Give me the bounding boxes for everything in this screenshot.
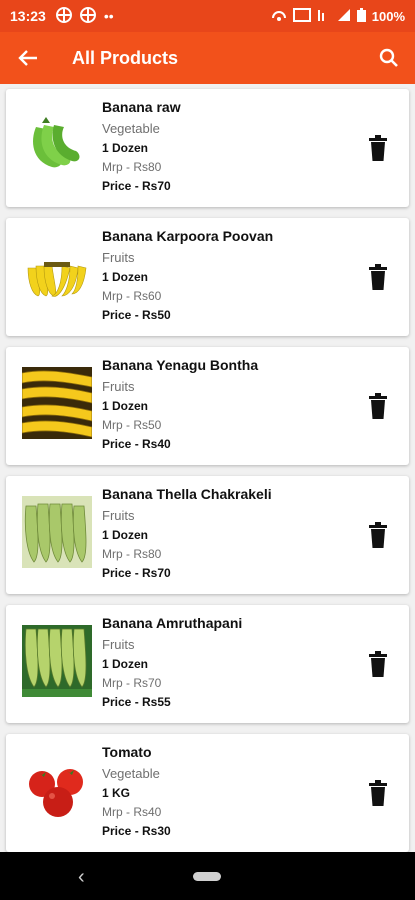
page-title: All Products (72, 47, 179, 68)
product-quantity: 1 Dozen (102, 657, 149, 671)
nav-back-button[interactable]: ‹ (78, 866, 85, 889)
green-banana-image (22, 109, 92, 181)
product-category: Fruits (102, 637, 135, 652)
delete-icon[interactable] (367, 522, 389, 548)
product-price: Price - Rs50 (102, 308, 171, 322)
nav-home-pill[interactable] (193, 872, 221, 881)
delete-icon[interactable] (367, 393, 389, 419)
hotspot-icon (271, 8, 287, 25)
notification-icon (55, 6, 72, 26)
product-card[interactable]: Banana raw Vegetable 1 Dozen Mrp - Rs80 … (6, 89, 409, 207)
arrow-back-icon (18, 50, 37, 66)
product-mrp: Mrp - Rs70 (102, 676, 162, 690)
product-mrp: Mrp - Rs80 (102, 160, 162, 174)
pale-green-banana-image (22, 496, 92, 568)
product-quantity: 1 Dozen (102, 141, 149, 155)
signal-4g-icon (317, 8, 331, 25)
product-list[interactable]: Banana raw Vegetable 1 Dozen Mrp - Rs80 … (0, 84, 415, 852)
product-name: Banana Thella Chakrakeli (102, 486, 272, 502)
product-mrp: Mrp - Rs50 (102, 418, 162, 432)
product-card[interactable]: Tomato Vegetable 1 KG Mrp - Rs40 Price -… (6, 734, 409, 852)
product-price: Price - Rs70 (102, 566, 171, 580)
product-mrp: Mrp - Rs60 (102, 289, 162, 303)
product-price: Price - Rs40 (102, 437, 171, 451)
banana-bunch-image (22, 367, 92, 439)
back-button[interactable] (0, 32, 56, 84)
delete-icon[interactable] (367, 135, 389, 161)
product-card[interactable]: Banana Thella Chakrakeli Fruits 1 Dozen … (6, 476, 409, 594)
product-category: Vegetable (102, 766, 160, 781)
product-name: Banana Amruthapani (102, 615, 243, 631)
product-category: Fruits (102, 250, 135, 265)
status-time: 13:23 (10, 8, 46, 24)
product-quantity: 1 Dozen (102, 399, 149, 413)
app-bar: All Products (0, 32, 415, 84)
product-quantity: 1 Dozen (102, 528, 149, 542)
product-name: Tomato (102, 744, 152, 760)
cell-signal-icon (337, 8, 351, 25)
delete-icon[interactable] (367, 264, 389, 290)
product-mrp: Mrp - Rs80 (102, 547, 162, 561)
product-category: Fruits (102, 379, 135, 394)
system-nav-bar: ‹ (0, 852, 415, 900)
product-mrp: Mrp - Rs40 (102, 805, 162, 819)
product-category: Fruits (102, 508, 135, 523)
product-price: Price - Rs55 (102, 695, 171, 709)
product-name: Banana Karpoora Poovan (102, 228, 274, 244)
product-name: Banana Yenagu Bontha (102, 357, 259, 373)
cast-icon (292, 7, 311, 25)
delete-icon[interactable] (367, 651, 389, 677)
product-quantity: 1 Dozen (102, 270, 149, 284)
product-card[interactable]: Banana Karpoora Poovan Fruits 1 Dozen Mr… (6, 218, 409, 336)
product-category: Vegetable (102, 121, 160, 136)
battery-percent: 100% (371, 8, 405, 24)
delete-icon[interactable] (367, 780, 389, 806)
yellow-banana-image (22, 238, 92, 310)
product-card[interactable]: Banana Yenagu Bontha Fruits 1 Dozen Mrp … (6, 347, 409, 465)
product-name: Banana raw (102, 99, 181, 115)
amruthapani-banana-image (22, 625, 92, 697)
battery-icon (356, 7, 366, 25)
search-icon (379, 48, 398, 67)
search-button[interactable] (363, 32, 415, 84)
notification-icon-2 (79, 6, 96, 26)
product-price: Price - Rs30 (102, 824, 171, 838)
product-quantity: 1 KG (102, 786, 131, 800)
status-bar: 13:23 •• 100% (0, 0, 415, 32)
product-price: Price - Rs70 (102, 179, 171, 193)
tomato-image (22, 754, 92, 826)
more-notifications-icon: •• (103, 8, 114, 24)
product-card[interactable]: Banana Amruthapani Fruits 1 Dozen Mrp - … (6, 605, 409, 723)
